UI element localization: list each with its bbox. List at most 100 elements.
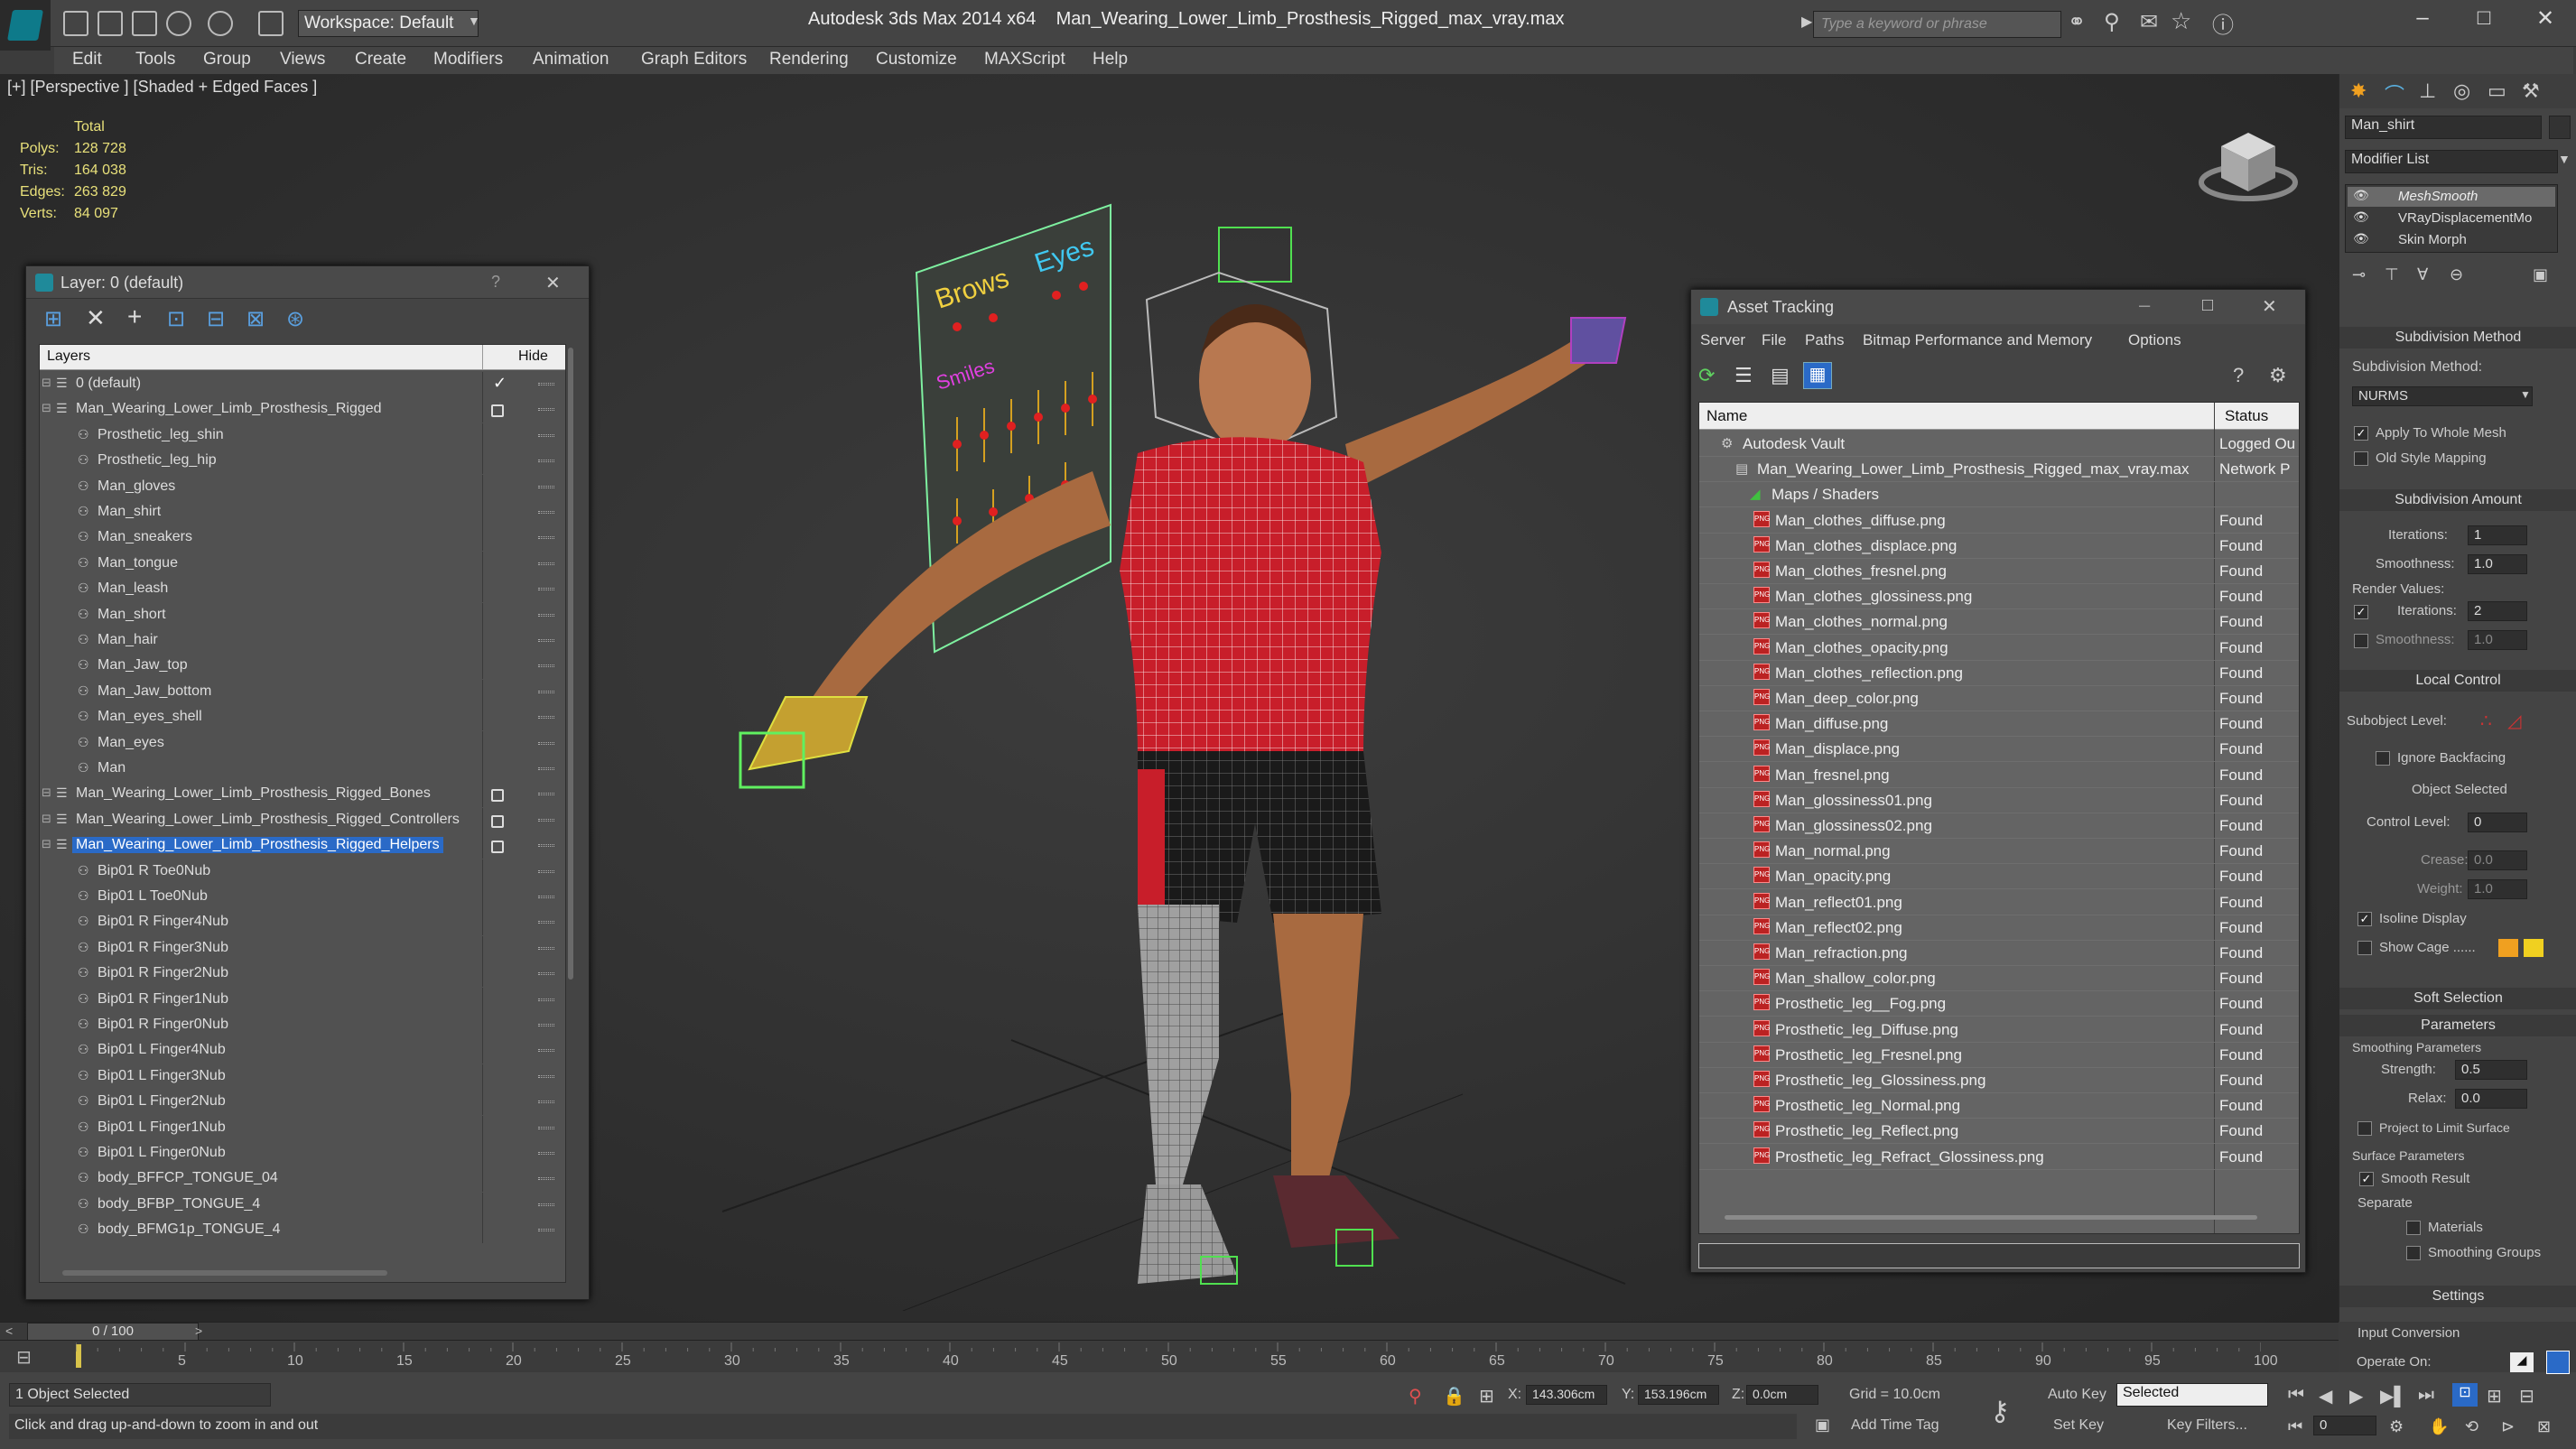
- cage-color-2[interactable]: [2524, 939, 2543, 957]
- menu-create[interactable]: Create: [355, 47, 406, 72]
- layer-toggle-box[interactable]: [491, 789, 504, 803]
- layer-toggle-box[interactable]: [491, 814, 504, 828]
- layer-row[interactable]: ⚇ Prosthetic_leg_shin: [40, 423, 565, 449]
- layer-row[interactable]: ⚇ Man_tongue: [40, 551, 565, 577]
- asset-row[interactable]: PNG Man_clothes_displace.png Found: [1699, 534, 2299, 559]
- maximize-viewport-icon[interactable]: ⊟: [2519, 1385, 2534, 1407]
- motion-tab-icon[interactable]: ◎: [2453, 79, 2470, 103]
- asset-row[interactable]: PNG Prosthetic_leg_Glossiness.png Found: [1699, 1068, 2299, 1093]
- layer-explorer-window[interactable]: Layer: 0 (default) ? ✕ ⊞ ✕ + ⊡ ⊟ ⊠ ⊛ Lay…: [25, 265, 590, 1300]
- layer-row[interactable]: ⊟ ☰ Man_Wearing_Lower_Limb_Prosthesis_Rigg…: [40, 833, 565, 859]
- modifier-list-dropdown[interactable]: Modifier List: [2345, 150, 2558, 173]
- menu-help[interactable]: Help: [1093, 47, 1128, 72]
- soft-selection-rollout[interactable]: Soft Selection: [2339, 988, 2576, 1009]
- asset-row[interactable]: PNG Man_normal.png Found: [1699, 839, 2299, 865]
- local-control-rollout[interactable]: Local Control: [2339, 670, 2576, 692]
- min-max-toggle-icon[interactable]: ⊠: [2537, 1417, 2551, 1436]
- asset-row[interactable]: PNG Man_clothes_diffuse.png Found: [1699, 508, 2299, 534]
- display-tab-icon[interactable]: ▭: [2488, 79, 2506, 103]
- hide-toggle[interactable]: [538, 1049, 554, 1053]
- layer-row[interactable]: ⊟ ☰ Man_Wearing_Lower_Limb_Prosthesis_Rigg…: [40, 807, 565, 833]
- pan-icon[interactable]: ✋: [2429, 1417, 2449, 1436]
- hide-toggle[interactable]: [538, 741, 554, 745]
- render-iterations-checkbox[interactable]: ✓: [2354, 605, 2368, 619]
- asset-menu-options[interactable]: Options: [2128, 331, 2181, 349]
- asset-row[interactable]: PNG Man_clothes_normal.png Found: [1699, 609, 2299, 636]
- communication-icon[interactable]: ✉: [2140, 9, 2158, 35]
- asset-row[interactable]: PNG Prosthetic_leg_Normal.png Found: [1699, 1093, 2299, 1119]
- set-key-icon[interactable]: ⚷: [1990, 1396, 2010, 1427]
- asset-row[interactable]: PNG Man_clothes_opacity.png Found: [1699, 636, 2299, 661]
- layer-expand-icon[interactable]: ⊟: [42, 785, 51, 800]
- asset-row[interactable]: PNG Man_displace.png Found: [1699, 737, 2299, 763]
- layer-help-button[interactable]: ?: [491, 273, 500, 292]
- layer-row[interactable]: ⚇ Bip01 L Finger3Nub: [40, 1064, 565, 1090]
- layer-row[interactable]: ⚇ Bip01 L Finger0Nub: [40, 1141, 565, 1166]
- hide-toggle[interactable]: [538, 639, 554, 642]
- object-color-swatch[interactable]: [2549, 116, 2571, 139]
- refresh-icon[interactable]: ⟳: [1698, 364, 1715, 387]
- close-button[interactable]: ✕: [2523, 5, 2568, 36]
- layer-close-button[interactable]: ✕: [545, 272, 561, 294]
- smoothing-groups-checkbox[interactable]: [2406, 1246, 2421, 1260]
- layer-row[interactable]: ⚇ Bip01 R Finger2Nub: [40, 961, 565, 988]
- asset-row[interactable]: ▤ Man_Wearing_Lower_Limb_Prosthesis_Rigge…: [1699, 457, 2299, 483]
- layers-column-header[interactable]: Layers: [47, 348, 90, 365]
- menu-rendering[interactable]: Rendering: [769, 47, 849, 72]
- layer-list[interactable]: Layers Hide ⊟ ☰ 0 (default) ✓ ⊟ ☰ Man_Wearing_…: [39, 344, 566, 1283]
- orbit-icon[interactable]: ⟲: [2465, 1417, 2478, 1436]
- connect-icon[interactable]: ⚲: [2104, 9, 2120, 35]
- search-input[interactable]: Type a keyword or phrase: [1813, 11, 2061, 38]
- list-view-icon[interactable]: ☰: [1734, 364, 1753, 387]
- app-logo-icon[interactable]: [0, 0, 51, 51]
- time-slider-track[interactable]: < 0 / 100 >: [0, 1323, 2339, 1341]
- play-icon[interactable]: ▶: [2349, 1385, 2363, 1407]
- asset-row[interactable]: PNG Man_opacity.png Found: [1699, 864, 2299, 890]
- key-mode-dropdown[interactable]: Selected: [2116, 1383, 2268, 1407]
- hide-toggle[interactable]: [538, 1177, 554, 1181]
- workspace-dropdown[interactable]: Workspace: Default: [298, 10, 479, 37]
- hide-toggle[interactable]: [538, 664, 554, 668]
- viewcube-icon[interactable]: [2194, 110, 2302, 209]
- hide-toggle[interactable]: [538, 433, 554, 437]
- subdivision-method-dropdown[interactable]: NURMS: [2352, 386, 2533, 406]
- hide-toggle[interactable]: [538, 1203, 554, 1206]
- thumbnail-view-icon[interactable]: ▤: [1771, 364, 1790, 387]
- previous-frame-icon[interactable]: ◀: [2319, 1385, 2332, 1407]
- parameters-rollout[interactable]: Parameters: [2339, 1015, 2576, 1036]
- stack-item-meshsmooth[interactable]: MeshSmooth: [2398, 189, 2478, 204]
- zoom-extents-icon[interactable]: ⊡: [2452, 1383, 2478, 1407]
- smoothness-spinner[interactable]: 1.0: [2468, 554, 2527, 574]
- iterations-spinner[interactable]: 1: [2468, 525, 2527, 545]
- render-iterations-spinner[interactable]: 2: [2468, 601, 2527, 621]
- freeze-all-icon[interactable]: ⊛: [286, 306, 304, 332]
- menu-tools[interactable]: Tools: [135, 47, 175, 72]
- add-time-tag-button[interactable]: Add Time Tag: [1851, 1417, 1939, 1434]
- operate-on-poly-icon[interactable]: [2546, 1351, 2570, 1374]
- hide-toggle[interactable]: [538, 1229, 554, 1232]
- control-level-spinner[interactable]: 0: [2468, 813, 2527, 832]
- layer-row[interactable]: ⚇ Bip01 L Toe0Nub: [40, 885, 565, 910]
- layer-row[interactable]: ⚇ Bip01 R Finger1Nub: [40, 987, 565, 1013]
- stack-eye-icon[interactable]: 👁: [2353, 209, 2369, 225]
- layer-row[interactable]: ⚇ body_BFBP_TONGUE_4: [40, 1192, 565, 1218]
- show-end-result-icon[interactable]: ⊤: [2385, 265, 2399, 284]
- layer-row[interactable]: ⚇ Man_sneakers: [40, 525, 565, 552]
- save-file-icon[interactable]: [132, 11, 157, 36]
- hide-toggle[interactable]: [538, 767, 554, 770]
- object-name-field[interactable]: Man_shirt: [2345, 116, 2542, 139]
- stack-item-skin-morph[interactable]: Skin Morph: [2398, 232, 2467, 247]
- asset-row[interactable]: PNG Man_clothes_glossiness.png Found: [1699, 584, 2299, 610]
- favorites-star-icon[interactable]: ☆: [2171, 7, 2191, 35]
- asset-row[interactable]: PNG Man_diffuse.png Found: [1699, 711, 2299, 738]
- hide-toggle[interactable]: [538, 1024, 554, 1026]
- delete-layer-icon[interactable]: ✕: [86, 304, 106, 332]
- hide-toggle[interactable]: [538, 946, 554, 950]
- vertex-subobject-icon[interactable]: ∴: [2480, 710, 2492, 732]
- weight-spinner[interactable]: 1.0: [2468, 879, 2527, 899]
- layer-row[interactable]: ⚇ Bip01 L Finger4Nub: [40, 1038, 565, 1064]
- hide-toggle[interactable]: [538, 1074, 554, 1078]
- asset-menu-file[interactable]: File: [1762, 331, 1786, 349]
- asset-maximize-button[interactable]: □: [2202, 295, 2213, 316]
- old-style-mapping-checkbox[interactable]: [2354, 451, 2368, 466]
